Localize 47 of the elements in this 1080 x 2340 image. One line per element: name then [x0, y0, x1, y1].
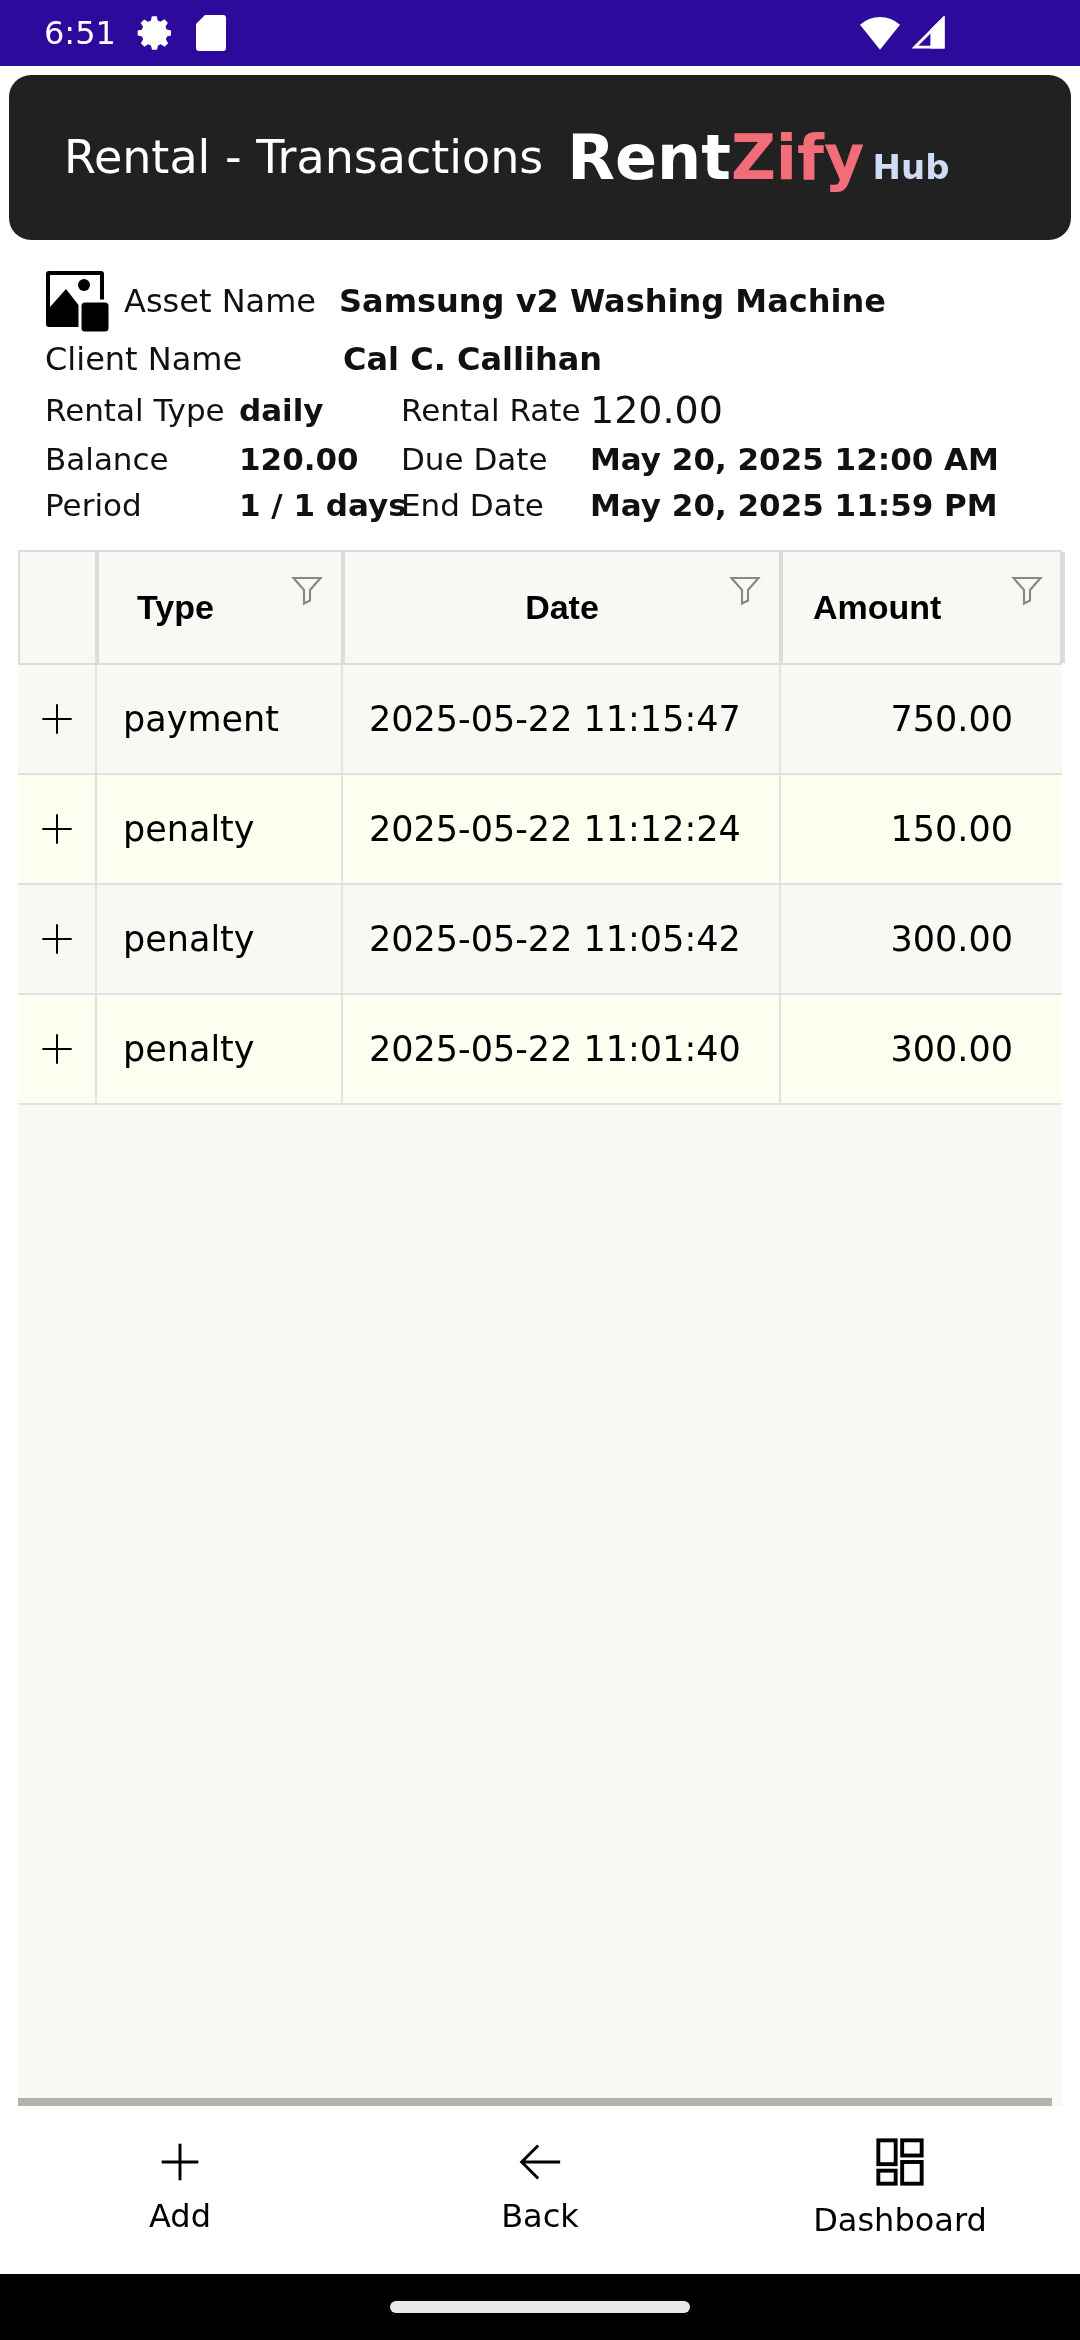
field-value: daily	[239, 390, 325, 430]
field-value: May 20, 2025 12:00 AM	[590, 439, 999, 479]
dashboard-icon	[874, 2136, 926, 2188]
expand-plus-icon[interactable]	[40, 923, 73, 955]
table-row[interactable]: penalty 2025-05-22 11:12:24 150.00	[18, 775, 1062, 885]
table-cell-text: penalty	[123, 1027, 255, 1071]
field-value: Samsung v2 Washing Machine	[339, 281, 886, 322]
table-row[interactable]: penalty 2025-05-22 11:01:40 300.00	[18, 995, 1062, 1105]
table-cell-text: 300.00	[890, 1027, 1013, 1071]
table-cell-text: penalty	[123, 807, 255, 851]
table-cell-text: 300.00	[890, 917, 1013, 961]
table-row[interactable]: penalty 2025-05-22 11:05:42 300.00	[18, 885, 1062, 995]
field-label: Due Date	[401, 439, 549, 479]
table-cell-text: 2025-05-22 11:05:42	[369, 917, 741, 961]
table-cell-text: 2025-05-22 11:01:40	[369, 1027, 741, 1071]
field-label: Balance	[45, 439, 170, 479]
wifi-icon	[860, 16, 900, 50]
field-value: Cal C. Callihan	[343, 339, 603, 380]
field-label: Rental Rate	[401, 390, 582, 430]
field-value: May 20, 2025 11:59 PM	[590, 485, 998, 525]
image-icon	[44, 269, 110, 333]
home-handle[interactable]	[390, 2301, 690, 2313]
table-cell-text: 750.00	[890, 697, 1013, 741]
field-value: 120.00	[590, 386, 723, 434]
field-label: Client Name	[45, 339, 244, 380]
nav-button[interactable]: Add	[0, 2140, 360, 2240]
page-title: Rental - Transactions	[64, 129, 544, 186]
table-cell-text: penalty	[123, 917, 255, 961]
signal-icon	[912, 16, 946, 50]
nav-button[interactable]: Dashboard	[720, 2136, 1080, 2244]
nav-button[interactable]: Back	[360, 2140, 720, 2240]
field-label: Rental Type	[45, 390, 226, 430]
field-label: Asset Name	[124, 281, 318, 322]
table-cell-text: payment	[123, 697, 279, 741]
status-time: 6:51	[44, 13, 116, 54]
table-cell-text: 150.00	[890, 807, 1013, 851]
table-cell-text: 2025-05-22 11:15:47	[369, 697, 741, 741]
expand-plus-icon[interactable]	[40, 1033, 73, 1065]
field-value: 120.00	[239, 439, 360, 479]
expand-plus-icon[interactable]	[40, 813, 73, 845]
expand-plus-icon[interactable]	[40, 703, 73, 735]
logo-text: RentZify	[567, 120, 865, 196]
sd-card-icon	[195, 15, 226, 51]
field-label: Period	[45, 485, 143, 525]
logo-subtitle: Hub	[872, 146, 950, 189]
table-cell-text: 2025-05-22 11:12:24	[369, 807, 741, 851]
table-row[interactable]: payment 2025-05-22 11:15:47 750.00	[18, 665, 1062, 775]
